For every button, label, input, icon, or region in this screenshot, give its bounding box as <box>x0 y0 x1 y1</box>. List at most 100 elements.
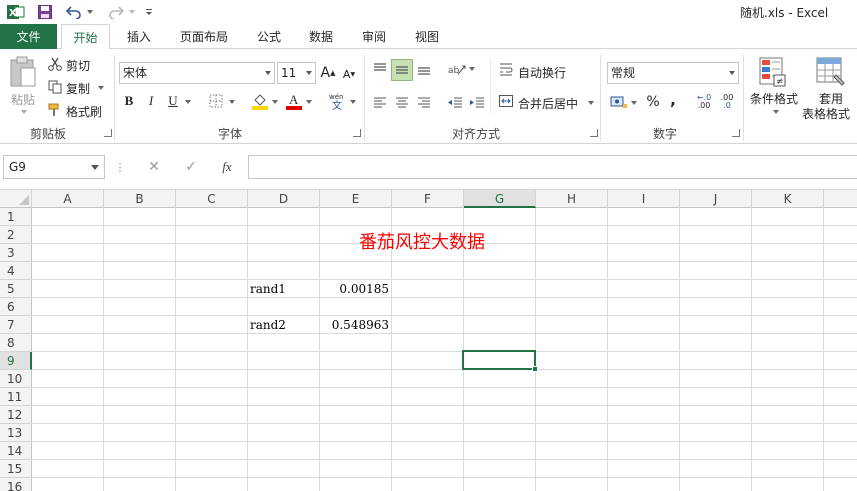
name-box[interactable]: G9 <box>3 155 105 179</box>
wrap-text-label[interactable]: 自动换行 <box>518 64 566 81</box>
row-header-10[interactable]: 10 <box>0 370 32 388</box>
paste-dropdown-icon[interactable] <box>21 109 27 114</box>
wrap-text-icon[interactable] <box>498 61 514 77</box>
row-header-15[interactable]: 15 <box>0 460 32 478</box>
tab-formulas[interactable]: 公式 <box>248 24 290 49</box>
row-header-11[interactable]: 11 <box>0 388 32 406</box>
row-header-16[interactable]: 16 <box>0 478 32 491</box>
phonetic-dropdown-icon[interactable] <box>350 99 356 104</box>
merge-dropdown-icon[interactable] <box>588 100 594 105</box>
merge-center-label[interactable]: 合并后居中 <box>518 95 578 112</box>
tab-file[interactable]: 文件 <box>0 24 57 49</box>
copy-dropdown-icon[interactable] <box>98 85 104 90</box>
column-header-e[interactable]: E <box>320 190 392 208</box>
conditional-format-label[interactable]: 条件格式 <box>750 90 798 107</box>
increase-indent-icon[interactable] <box>467 92 487 112</box>
column-header-g[interactable]: G <box>464 190 536 208</box>
comma-style-button[interactable]: , <box>666 91 680 109</box>
shrink-font-button[interactable]: A ▼ <box>341 65 357 83</box>
customize-qa-icon[interactable] <box>144 2 154 22</box>
format-as-table-icon[interactable] <box>815 56 847 88</box>
enter-button[interactable]: ✓ <box>180 157 202 177</box>
font-launcher-icon[interactable] <box>353 129 361 137</box>
font-size-combo[interactable]: 11 <box>277 62 316 84</box>
scissors-icon[interactable] <box>47 56 63 72</box>
format-painter-icon[interactable] <box>47 102 63 118</box>
row-header-7[interactable]: 7 <box>0 316 32 334</box>
worksheet-grid[interactable]: ABCDEFGHIJKL 12345678910111213141516 番茄风… <box>0 189 857 491</box>
number-format-combo[interactable]: 常规 <box>607 62 739 84</box>
select-all-button[interactable] <box>0 190 32 208</box>
decrease-indent-icon[interactable] <box>445 92 465 112</box>
borders-icon[interactable] <box>207 92 225 110</box>
copy-label[interactable]: 复制 <box>66 80 90 97</box>
column-header-d[interactable]: D <box>248 190 320 208</box>
accounting-dropdown-icon[interactable] <box>631 100 637 105</box>
italic-button[interactable]: I <box>143 92 159 110</box>
format-painter-label[interactable]: 格式刷 <box>66 103 102 120</box>
format-as-table-label-2[interactable]: 表格格式 <box>802 105 850 122</box>
underline-dropdown-icon[interactable] <box>185 99 191 104</box>
redo-icon[interactable] <box>106 2 126 22</box>
number-launcher-icon[interactable] <box>732 129 740 137</box>
column-header-i[interactable]: I <box>608 190 680 208</box>
tab-insert[interactable]: 插入 <box>118 24 160 49</box>
font-color-icon[interactable]: A <box>284 91 304 111</box>
copy-icon[interactable] <box>47 79 63 95</box>
undo-dropdown-icon[interactable] <box>86 2 94 22</box>
merge-center-icon[interactable] <box>498 93 514 109</box>
redo-dropdown-icon[interactable] <box>128 2 136 22</box>
column-header-j[interactable]: J <box>680 190 752 208</box>
fill-color-dropdown-icon[interactable] <box>272 99 278 104</box>
tab-review[interactable]: 审阅 <box>353 24 395 49</box>
cell-e2-title[interactable]: 番茄风控大数据 <box>359 231 485 255</box>
column-header-a[interactable]: A <box>32 190 104 208</box>
phonetic-guide-icon[interactable]: wén 文 <box>327 90 349 112</box>
conditional-format-icon[interactable]: ≠ <box>757 56 789 88</box>
cell-d5-label[interactable]: rand1 <box>250 280 286 298</box>
grow-font-button[interactable]: A ▲ <box>320 63 336 83</box>
increase-decimal-button[interactable]: ←.0.00 <box>694 92 714 112</box>
accounting-format-icon[interactable] <box>609 93 629 111</box>
row-header-9[interactable]: 9 <box>0 352 32 370</box>
insert-function-button[interactable]: fx <box>216 157 238 177</box>
alignment-launcher-icon[interactable] <box>590 129 598 137</box>
font-name-combo[interactable]: 宋体 <box>119 62 275 84</box>
row-header-8[interactable]: 8 <box>0 334 32 352</box>
row-header-13[interactable]: 13 <box>0 424 32 442</box>
formula-input[interactable] <box>248 155 857 179</box>
tab-view[interactable]: 视图 <box>406 24 448 49</box>
row-header-12[interactable]: 12 <box>0 406 32 424</box>
fill-color-icon[interactable] <box>250 91 270 111</box>
column-header-b[interactable]: B <box>104 190 176 208</box>
undo-icon[interactable] <box>64 2 84 22</box>
conditional-format-dropdown-icon[interactable] <box>773 109 779 114</box>
decrease-decimal-button[interactable]: .00.0 <box>717 92 737 112</box>
cut-label[interactable]: 剪切 <box>66 57 90 74</box>
bold-button[interactable]: B <box>121 92 137 110</box>
row-header-14[interactable]: 14 <box>0 442 32 460</box>
font-color-dropdown-icon[interactable] <box>306 99 312 104</box>
row-header-1[interactable]: 1 <box>0 208 32 226</box>
column-header-h[interactable]: H <box>536 190 608 208</box>
column-header-f[interactable]: F <box>392 190 464 208</box>
row-header-3[interactable]: 3 <box>0 244 32 262</box>
row-header-5[interactable]: 5 <box>0 280 32 298</box>
borders-dropdown-icon[interactable] <box>229 99 235 104</box>
row-header-4[interactable]: 4 <box>0 262 32 280</box>
tab-home[interactable]: 开始 <box>61 24 110 50</box>
cell-e7-value[interactable]: 0.548963 <box>320 316 389 334</box>
cell-d7-label[interactable]: rand2 <box>250 316 286 334</box>
align-left-icon[interactable] <box>370 92 390 112</box>
row-header-2[interactable]: 2 <box>0 226 32 244</box>
align-right-icon[interactable] <box>414 92 434 112</box>
cancel-button[interactable]: ✕ <box>143 157 165 177</box>
align-top-icon[interactable] <box>370 59 390 79</box>
orientation-icon[interactable]: ab <box>446 59 468 79</box>
clipboard-launcher-icon[interactable] <box>104 129 112 137</box>
align-center-icon[interactable] <box>392 92 412 112</box>
paste-icon[interactable] <box>6 55 40 89</box>
tab-data[interactable]: 数据 <box>300 24 342 49</box>
orientation-dropdown-icon[interactable] <box>469 66 475 71</box>
align-bottom-icon[interactable] <box>414 59 434 79</box>
